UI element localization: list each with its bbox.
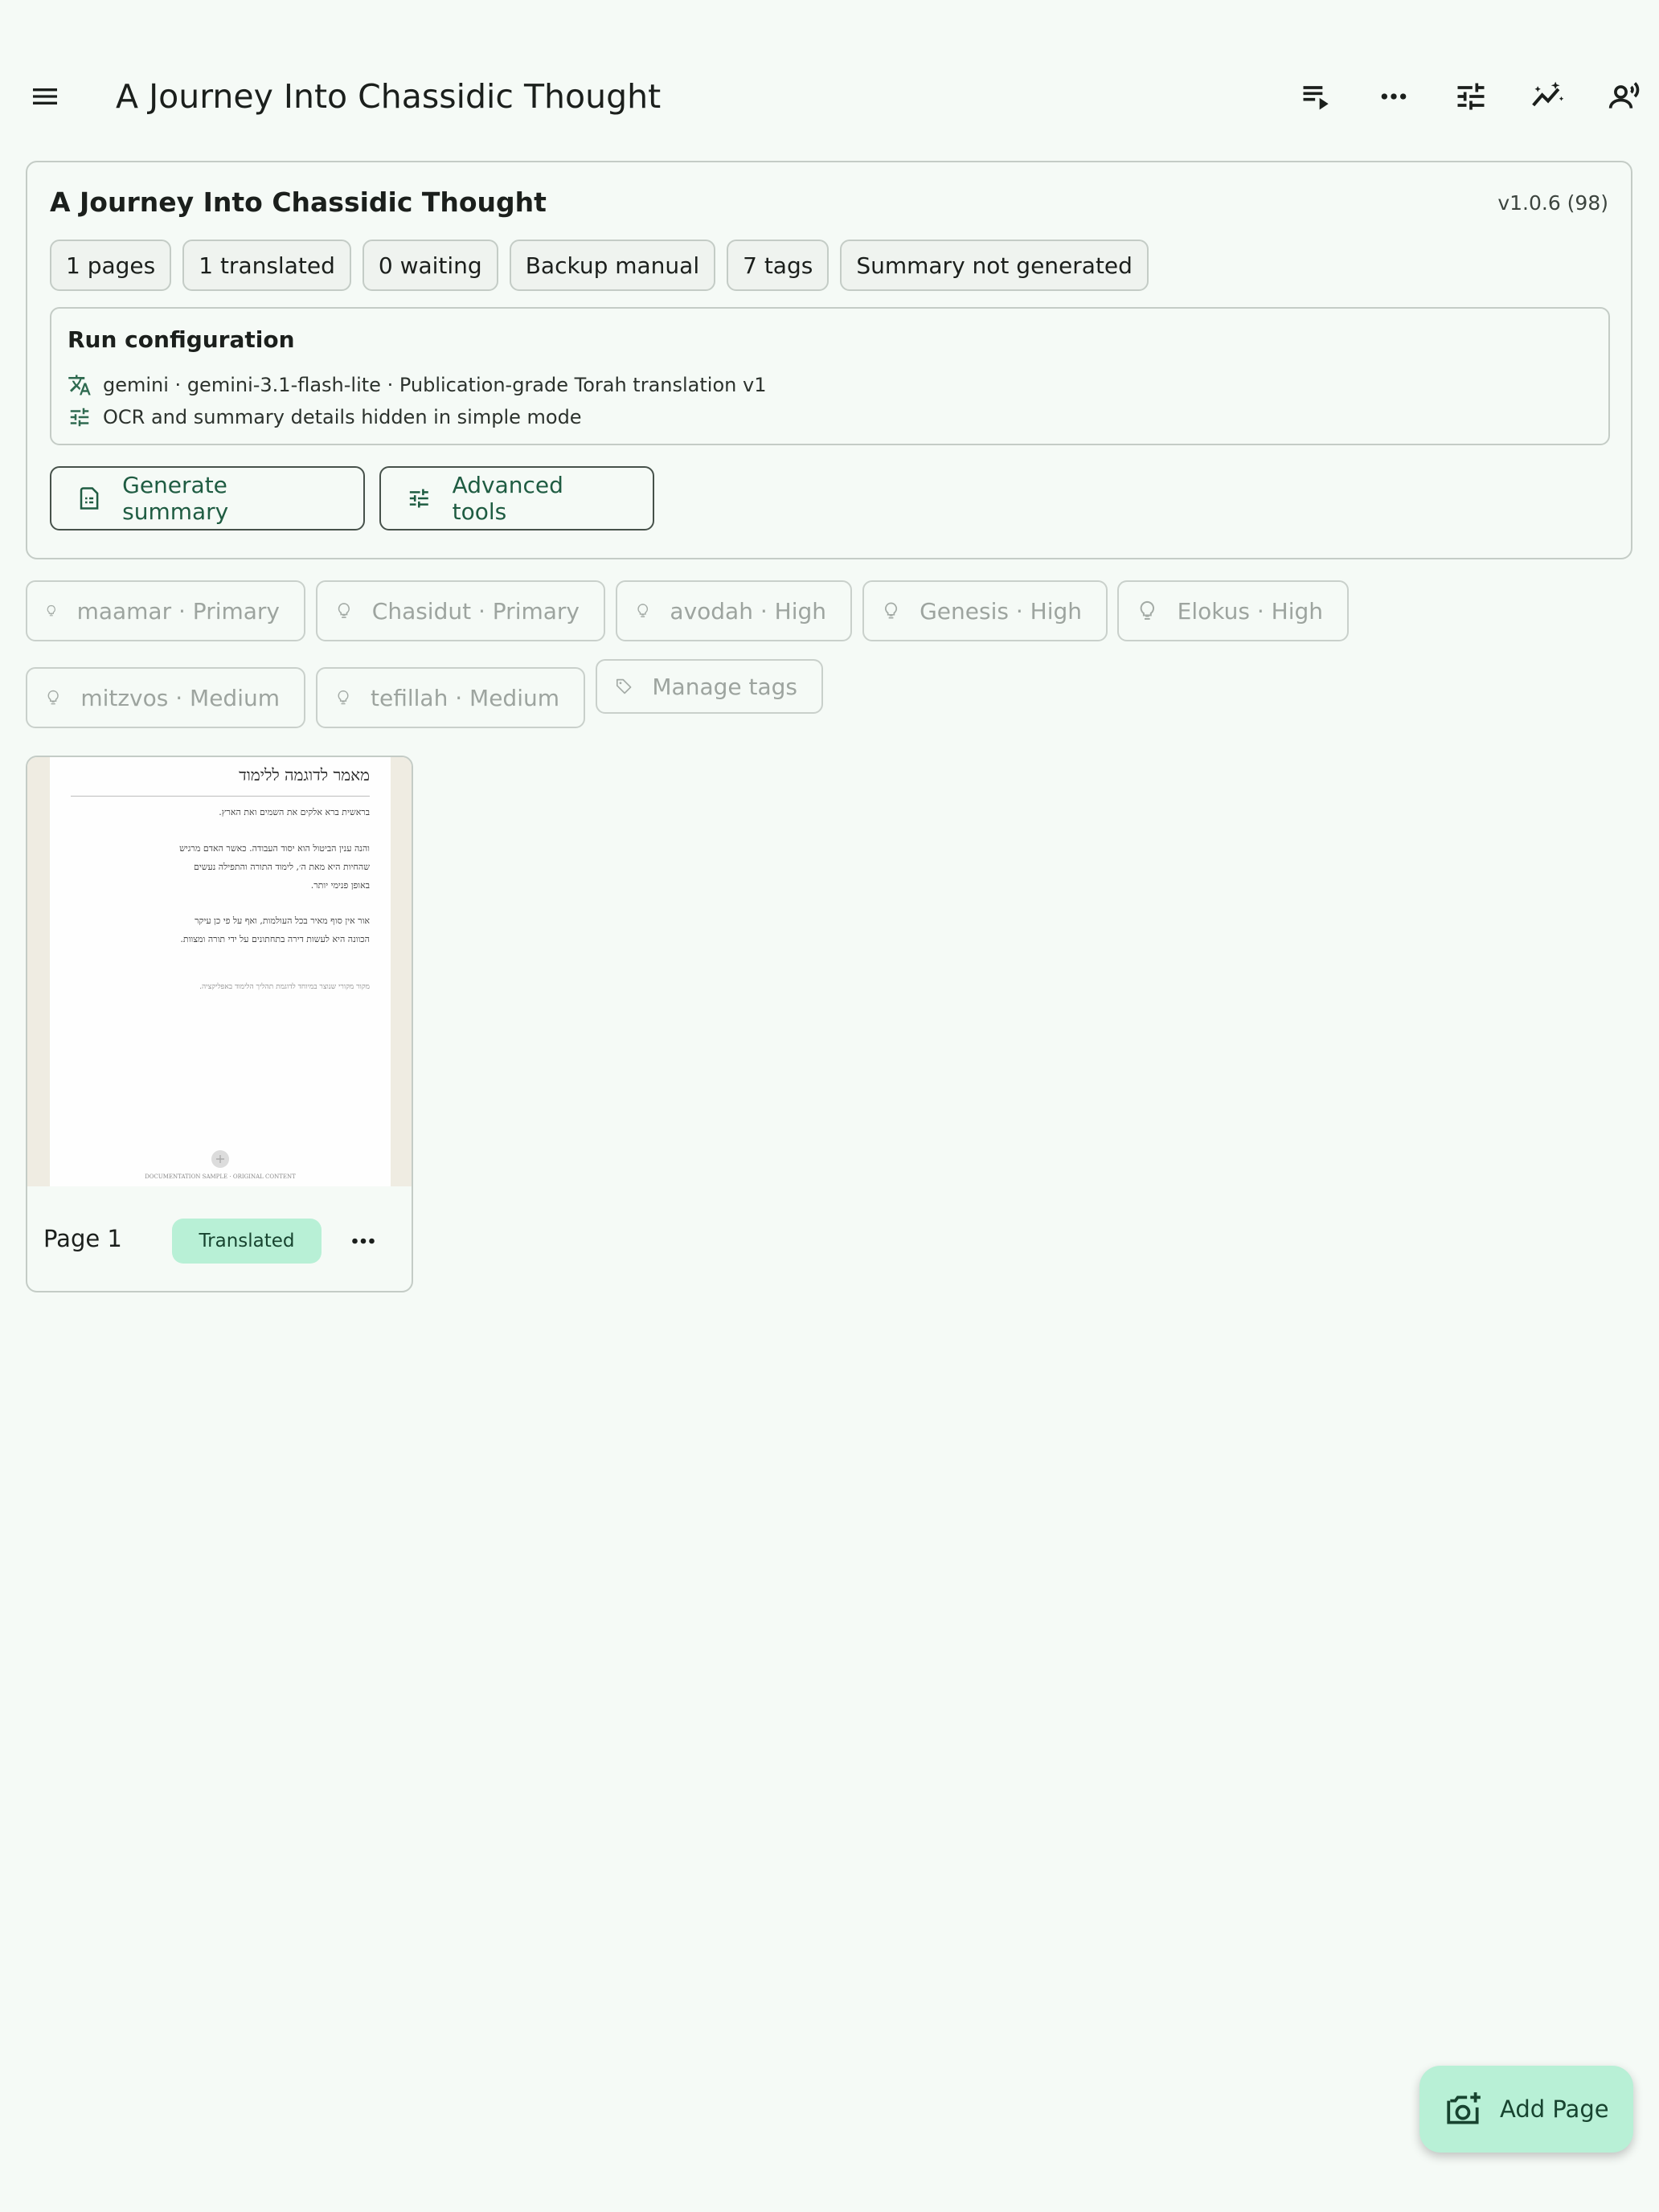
page-card[interactable]: מאמר לדוגמה ללימוד בראשית ברא אלקים את ה…: [26, 756, 413, 1292]
tag-label: maamar · Primary: [76, 597, 280, 625]
tag-chip[interactable]: mitzvos · Medium: [26, 667, 305, 728]
tag-icon: [616, 678, 632, 694]
voice-icon: [1608, 82, 1640, 109]
advanced-tools-button[interactable]: Advanced tools: [379, 466, 654, 530]
thumbnail-footer: DOCUMENTATION SAMPLE · ORIGINAL CONTENT: [145, 1174, 296, 1180]
thumbnail-heading: מאמר לדוגמה ללימוד: [239, 765, 370, 784]
thumbnail-divider: [71, 796, 370, 797]
app-bar-actions: [1292, 72, 1649, 121]
top-app-bar: A Journey Into Chassidic Thought: [0, 48, 1659, 145]
more-horizontal-icon: [352, 1238, 375, 1244]
menu-button[interactable]: [21, 72, 69, 121]
more-options-button[interactable]: [1370, 72, 1418, 121]
translated-chip: 1 translated: [182, 240, 351, 291]
lightbulb-icon: [47, 690, 59, 705]
tags-count-chip: 7 tags: [727, 240, 830, 291]
lightbulb-icon: [47, 604, 55, 616]
thumbnail-line: הכוונה היא לעשות דירה בתחתונים על ידי תו…: [180, 934, 370, 944]
advanced-tools-label: Advanced tools: [452, 472, 563, 525]
tag-chip[interactable]: tefillah · Medium: [316, 667, 585, 728]
tag-label: tefillah · Medium: [371, 684, 559, 711]
generate-summary-button[interactable]: Generate summary: [50, 466, 365, 530]
details-config-row: OCR and summary details hidden in simple…: [68, 405, 582, 429]
tune-icon: [70, 408, 89, 427]
tag-chip[interactable]: avodah · High: [616, 580, 852, 641]
version-label: v1.0.6 (98): [1497, 191, 1608, 215]
tune-icon: [409, 489, 428, 508]
lightbulb-icon: [637, 604, 649, 618]
summary-document-icon: [80, 487, 99, 510]
tag-chip[interactable]: maamar · Primary: [26, 580, 305, 641]
book-title: A Journey Into Chassidic Thought: [50, 186, 547, 218]
settings-tune-button[interactable]: [1447, 72, 1495, 121]
tune-icon: [1457, 83, 1485, 110]
tag-label: Genesis · High: [920, 597, 1082, 625]
menu-icon: [33, 88, 57, 104]
book-summary-card: A Journey Into Chassidic Thought v1.0.6 …: [26, 161, 1632, 559]
seal-icon: [211, 1150, 229, 1168]
lightbulb-icon: [885, 602, 898, 619]
stats-chips: 1 pages 1 translated 0 waiting Backup ma…: [50, 240, 1149, 291]
run-configuration-panel: Run configuration gemini · gemini-3.1-fl…: [50, 307, 1610, 445]
run-configuration-title: Run configuration: [68, 326, 295, 353]
tag-chip[interactable]: Chasidut · Primary: [316, 580, 605, 641]
backup-chip: Backup manual: [509, 240, 716, 291]
details-config-text: OCR and summary details hidden in simple…: [103, 406, 582, 428]
status-badge: Translated: [172, 1219, 322, 1264]
magic-wand-icon: [1532, 81, 1564, 107]
generate-summary-label: Generate summary: [122, 472, 229, 525]
thumbnail-line: והנה ענין הביטול הוא יסוד העבודה. כאשר ה…: [179, 843, 370, 854]
tag-label: Chasidut · Primary: [371, 597, 580, 625]
page-more-button[interactable]: [339, 1222, 387, 1260]
more-horizontal-icon: [1381, 93, 1407, 100]
lightbulb-icon: [338, 603, 350, 618]
thumbnail-line: אור אין סוף מאיר בכל העולמות, ואף על פי …: [195, 916, 370, 926]
tag-chip[interactable]: Genesis · High: [862, 580, 1108, 641]
playlist-play-icon: [1303, 86, 1329, 110]
tag-chip[interactable]: Elokus · High: [1117, 580, 1349, 641]
page-thumbnail-sheet: מאמר לדוגמה ללימוד בראשית ברא אלקים את ה…: [50, 757, 391, 1186]
app-title: A Journey Into Chassidic Thought: [116, 77, 662, 116]
thumbnail-line: בראשית ברא אלקים את השמים ואת הארץ.: [219, 807, 370, 817]
thumbnail-line: שהחיות היא מאת ה׳, לימוד התורה והתפילה נ…: [193, 862, 370, 872]
manage-tags-label: Manage tags: [652, 673, 797, 700]
thumbnail-line: באופן פנימי יותר.: [310, 880, 370, 891]
add-photo-icon: [1447, 2092, 1481, 2124]
voice-button[interactable]: [1601, 72, 1649, 121]
tag-label: avodah · High: [670, 597, 826, 625]
page-thumbnail[interactable]: מאמר לדוגמה ללימוד בראשית ברא אלקים את ה…: [27, 757, 412, 1186]
tag-label: mitzvos · Medium: [80, 684, 280, 711]
play-queue-button[interactable]: [1292, 72, 1341, 121]
page-label: Page 1: [43, 1225, 122, 1252]
add-page-button[interactable]: Add Page: [1419, 2066, 1633, 2153]
card-actions: Generate summary Advanced tools: [50, 466, 654, 530]
translate-icon: [68, 375, 91, 395]
lightbulb-icon: [338, 690, 349, 705]
lightbulb-icon: [1140, 600, 1154, 620]
page-card-footer: Page 1 Translated: [27, 1186, 412, 1291]
summary-status-chip: Summary not generated: [840, 240, 1149, 291]
add-page-label: Add Page: [1500, 2095, 1609, 2123]
tag-label: Elokus · High: [1177, 597, 1323, 625]
waiting-chip: 0 waiting: [362, 240, 498, 291]
auto-magic-button[interactable]: [1524, 72, 1572, 121]
pages-chip: 1 pages: [50, 240, 172, 291]
model-config-row: gemini · gemini-3.1-flash-lite · Publica…: [68, 373, 766, 397]
thumbnail-note: מקור מקורי שנוצר במיוחד לדוגמת תהליך הלי…: [199, 983, 370, 991]
manage-tags-button[interactable]: Manage tags: [596, 659, 823, 714]
model-config-text: gemini · gemini-3.1-flash-lite · Publica…: [103, 374, 767, 396]
